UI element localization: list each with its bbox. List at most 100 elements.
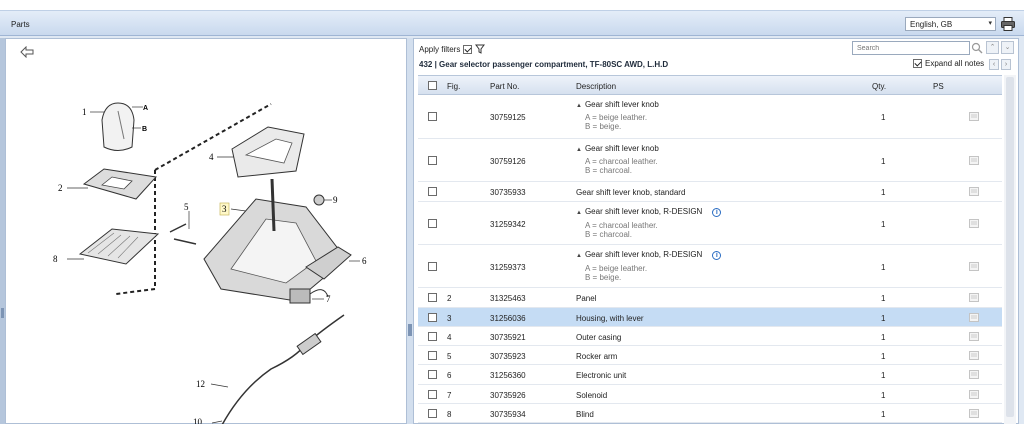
table-row[interactable]: 5 30735923 Rocker arm 1 [418,346,1002,365]
notepad-icon[interactable] [969,293,979,302]
info-icon[interactable]: i [712,251,722,260]
header-fig: Fig. [447,82,461,91]
chevron-left-icon: ‹ [992,61,996,68]
row-checkbox[interactable] [428,262,437,271]
row-part-number[interactable]: 31259342 [490,220,526,229]
page-prev-button[interactable]: ‹ [989,59,999,70]
info-icon[interactable]: i [712,208,722,217]
vertical-scrollbar[interactable] [1004,75,1016,424]
expand-all-notes: Expand all notes [913,59,984,68]
row-description-text: Rocker arm [576,352,618,361]
row-checkbox[interactable] [428,293,437,302]
grip[interactable] [408,324,412,336]
row-checkbox[interactable] [428,409,437,418]
row-checkbox[interactable] [428,112,437,121]
row-note: B = beige. [585,122,622,131]
notepad-icon[interactable] [969,351,979,360]
table-row[interactable]: 30759126 ▲ Gear shift lever knob A = charco… [418,139,1002,182]
table-row[interactable]: 30735933 Gear shift lever knob, standard 1 [418,182,1002,202]
collapse-triangle-icon[interactable]: ▲ [576,103,582,109]
search-icon[interactable] [971,42,983,54]
row-note: A = charcoal leather. [585,221,658,230]
row-checkbox[interactable] [428,390,437,399]
callout-9: 9 [333,195,338,205]
grip[interactable] [1,308,4,318]
row-description-text: Gear shift lever knob, R-DESIGN [584,207,703,216]
row-part-number[interactable]: 30735933 [490,188,526,197]
table-row[interactable]: 3 31256036 Housing, with lever 1 [418,308,1002,327]
row-description-text: Panel [576,294,597,303]
row-qty: 1 [881,371,886,380]
table-row[interactable]: 8 30735934 Blind 1 [418,404,1002,423]
chevron-down-icon: ⌄ [1004,44,1011,51]
row-checkbox[interactable] [428,370,437,379]
row-description: Blind [576,410,594,419]
collapse-triangle-icon[interactable]: ▲ [576,253,582,259]
notepad-icon[interactable] [969,262,979,271]
table-row[interactable]: 31259373 ▲ Gear shift lever knob, R-DESIGN… [418,245,1002,288]
row-checkbox[interactable] [428,219,437,228]
search-input[interactable] [852,41,970,55]
row-part-number[interactable]: 30735923 [490,352,526,361]
row-note: A = beige leather. [585,264,648,273]
row-checkbox[interactable] [428,156,437,165]
row-fig: 6 [447,371,452,380]
notepad-icon[interactable] [969,187,979,196]
row-qty: 1 [881,410,886,419]
table-row[interactable]: 7 30735926 Solenoid 1 [418,385,1002,404]
callout-12: 12 [196,379,205,389]
language-select-value: English, GB [910,20,953,29]
row-qty: 1 [881,113,886,122]
row-checkbox[interactable] [428,332,437,341]
notepad-icon[interactable] [969,409,979,418]
row-part-number[interactable]: 30735921 [490,333,526,342]
table-row[interactable]: 6 31256360 Electronic unit 1 [418,365,1002,385]
row-description: Rocker arm [576,352,617,361]
notepad-icon[interactable] [969,370,979,379]
table-row[interactable]: 31259342 ▲ Gear shift lever knob, R-DESIGN… [418,202,1002,245]
row-checkbox[interactable] [428,187,437,196]
row-part-number[interactable]: 31256036 [490,314,526,323]
filter-icon[interactable] [475,44,486,54]
scrollbar-thumb[interactable] [1006,77,1014,417]
notepad-icon[interactable] [969,112,979,121]
row-part-number[interactable]: 30735934 [490,410,526,419]
row-description: Solenoid [576,391,607,400]
diagram-pane: 1 A B 2 3 4 5 6 7 8 9 12 10 [5,38,407,424]
notepad-icon[interactable] [969,156,979,165]
expand-all-checkbox[interactable] [913,59,922,68]
collapse-triangle-icon[interactable]: ▲ [576,147,582,153]
apply-filters-checkbox[interactable] [463,44,473,54]
back-arrow-icon[interactable] [20,46,34,58]
row-checkbox[interactable] [428,313,437,322]
row-description: Gear shift lever knob, standard [576,188,685,197]
row-fig: 8 [447,410,452,419]
row-checkbox[interactable] [428,351,437,360]
row-description: Panel [576,294,596,303]
header-ps: PS [933,82,944,91]
search-next-button[interactable]: ⌄ [1001,41,1014,54]
row-part-number[interactable]: 30759126 [490,157,526,166]
notepad-icon[interactable] [969,332,979,341]
notepad-icon[interactable] [969,390,979,399]
parts-table: Fig. Part No. Description Qty. PS 307591… [418,75,1002,423]
notepad-icon[interactable] [969,313,979,322]
table-row[interactable]: 4 30735921 Outer casing 1 [418,327,1002,346]
page-next-button[interactable]: › [1001,59,1011,70]
table-header: Fig. Part No. Description Qty. PS [418,75,1002,95]
chevron-right-icon: › [1004,61,1008,68]
row-part-number[interactable]: 30759125 [490,113,526,122]
search-prev-button[interactable]: ⌃ [986,41,999,54]
printer-icon[interactable] [1000,16,1016,32]
row-note: B = charcoal. [585,230,632,239]
row-part-number[interactable]: 30735926 [490,391,526,400]
language-select[interactable]: English, GB ▾ [905,17,996,31]
table-row[interactable]: 2 31325463 Panel 1 [418,288,1002,308]
row-part-number[interactable]: 31325463 [490,294,526,303]
table-row[interactable]: 30759125 ▲ Gear shift lever knob A = beige … [418,95,1002,139]
select-all-checkbox[interactable] [428,81,437,90]
row-part-number[interactable]: 31256360 [490,371,526,380]
row-part-number[interactable]: 31259373 [490,263,526,272]
collapse-triangle-icon[interactable]: ▲ [576,210,582,216]
notepad-icon[interactable] [969,219,979,228]
